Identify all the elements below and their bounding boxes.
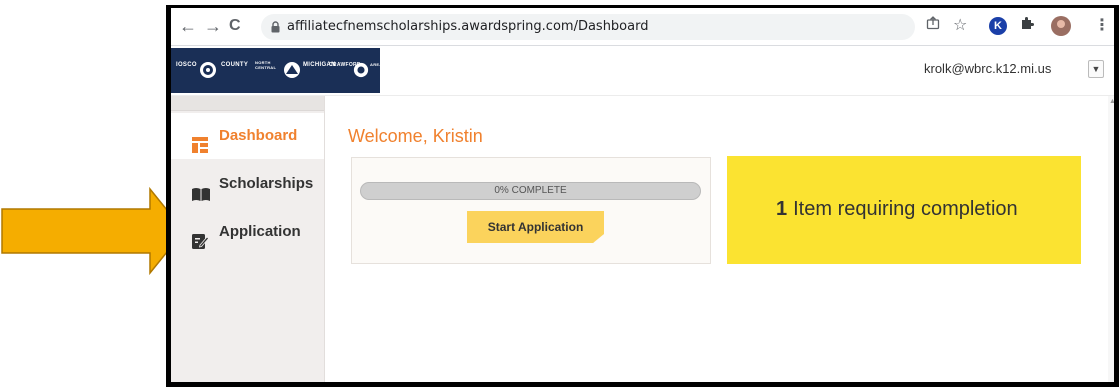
crawford-seal-icon [353, 62, 369, 78]
completion-message: 1 Item requiring completion [776, 198, 1018, 221]
progress-label: 0% COMPLETE [494, 185, 567, 196]
profile-avatar-icon[interactable] [1051, 16, 1071, 36]
sidebar-item-dashboard[interactable]: Dashboard [171, 113, 324, 159]
menu-kebab-icon[interactable]: ⋮ [1094, 16, 1110, 36]
annotation-arrow [1, 187, 185, 275]
extension-k-icon[interactable]: K [989, 17, 1007, 35]
sidebar-item-label: Scholarships [219, 175, 314, 192]
share-icon[interactable] [926, 16, 940, 36]
completion-text: Item requiring completion [793, 198, 1018, 220]
scroll-up-arrow-icon[interactable]: ▲ [1109, 98, 1114, 105]
browser-window: ← → C affiliatecfnemscholarships.awardsp… [166, 5, 1119, 387]
completion-count: 1 [776, 198, 788, 220]
logo-word-north-central: NORTH CENTRAL [255, 60, 277, 70]
bookmark-star-icon[interactable]: ☆ [953, 16, 967, 36]
forward-icon[interactable]: → [204, 16, 222, 36]
app-header: IOSCO COUNTY NORTH CENTRAL MICHIGAN CRAW… [171, 46, 1114, 96]
application-progress-card: 0% COMPLETE Start Application [351, 157, 711, 264]
user-email: krolk@wbrc.k12.mi.us [924, 61, 1052, 76]
sidebar-item-label: Dashboard [219, 127, 298, 144]
foundation-logo[interactable]: IOSCO COUNTY NORTH CENTRAL MICHIGAN CRAW… [171, 48, 383, 93]
lock-icon [271, 20, 280, 38]
reload-icon[interactable]: C [229, 16, 241, 36]
user-menu-dropdown[interactable]: ▼ [1088, 60, 1104, 78]
sidebar-top-strip [171, 96, 324, 111]
extensions-puzzle-icon[interactable] [1020, 16, 1034, 36]
app-page: IOSCO COUNTY NORTH CENTRAL MICHIGAN CRAW… [171, 46, 1114, 382]
sidebar: Dashboard Scholarships Application [171, 96, 325, 382]
start-application-button[interactable]: Start Application [467, 211, 604, 243]
browser-toolbar: ← → C affiliatecfnemscholarships.awardsp… [171, 8, 1114, 46]
logo-word-area: AREA [370, 62, 383, 67]
sidebar-item-application[interactable]: Application [171, 209, 324, 255]
sidebar-item-scholarships[interactable]: Scholarships [171, 161, 324, 207]
url-text: affiliatecfnemscholarships.awardspring.c… [287, 19, 649, 34]
welcome-heading: Welcome, Kristin [348, 126, 483, 146]
logo-word-county: COUNTY [221, 62, 249, 68]
completion-card: 1 Item requiring completion [727, 156, 1081, 264]
address-bar[interactable]: affiliatecfnemscholarships.awardspring.c… [261, 14, 915, 40]
progress-bar: 0% COMPLETE [360, 182, 701, 200]
logo-word-iosco: IOSCO [176, 62, 197, 68]
back-icon[interactable]: ← [179, 16, 197, 36]
sidebar-item-label: Application [219, 223, 301, 240]
page-scrollbar[interactable] [1108, 96, 1114, 382]
iosco-seal-icon [200, 62, 216, 78]
edit-icon [191, 223, 210, 269]
north-central-seal-icon [284, 62, 300, 78]
